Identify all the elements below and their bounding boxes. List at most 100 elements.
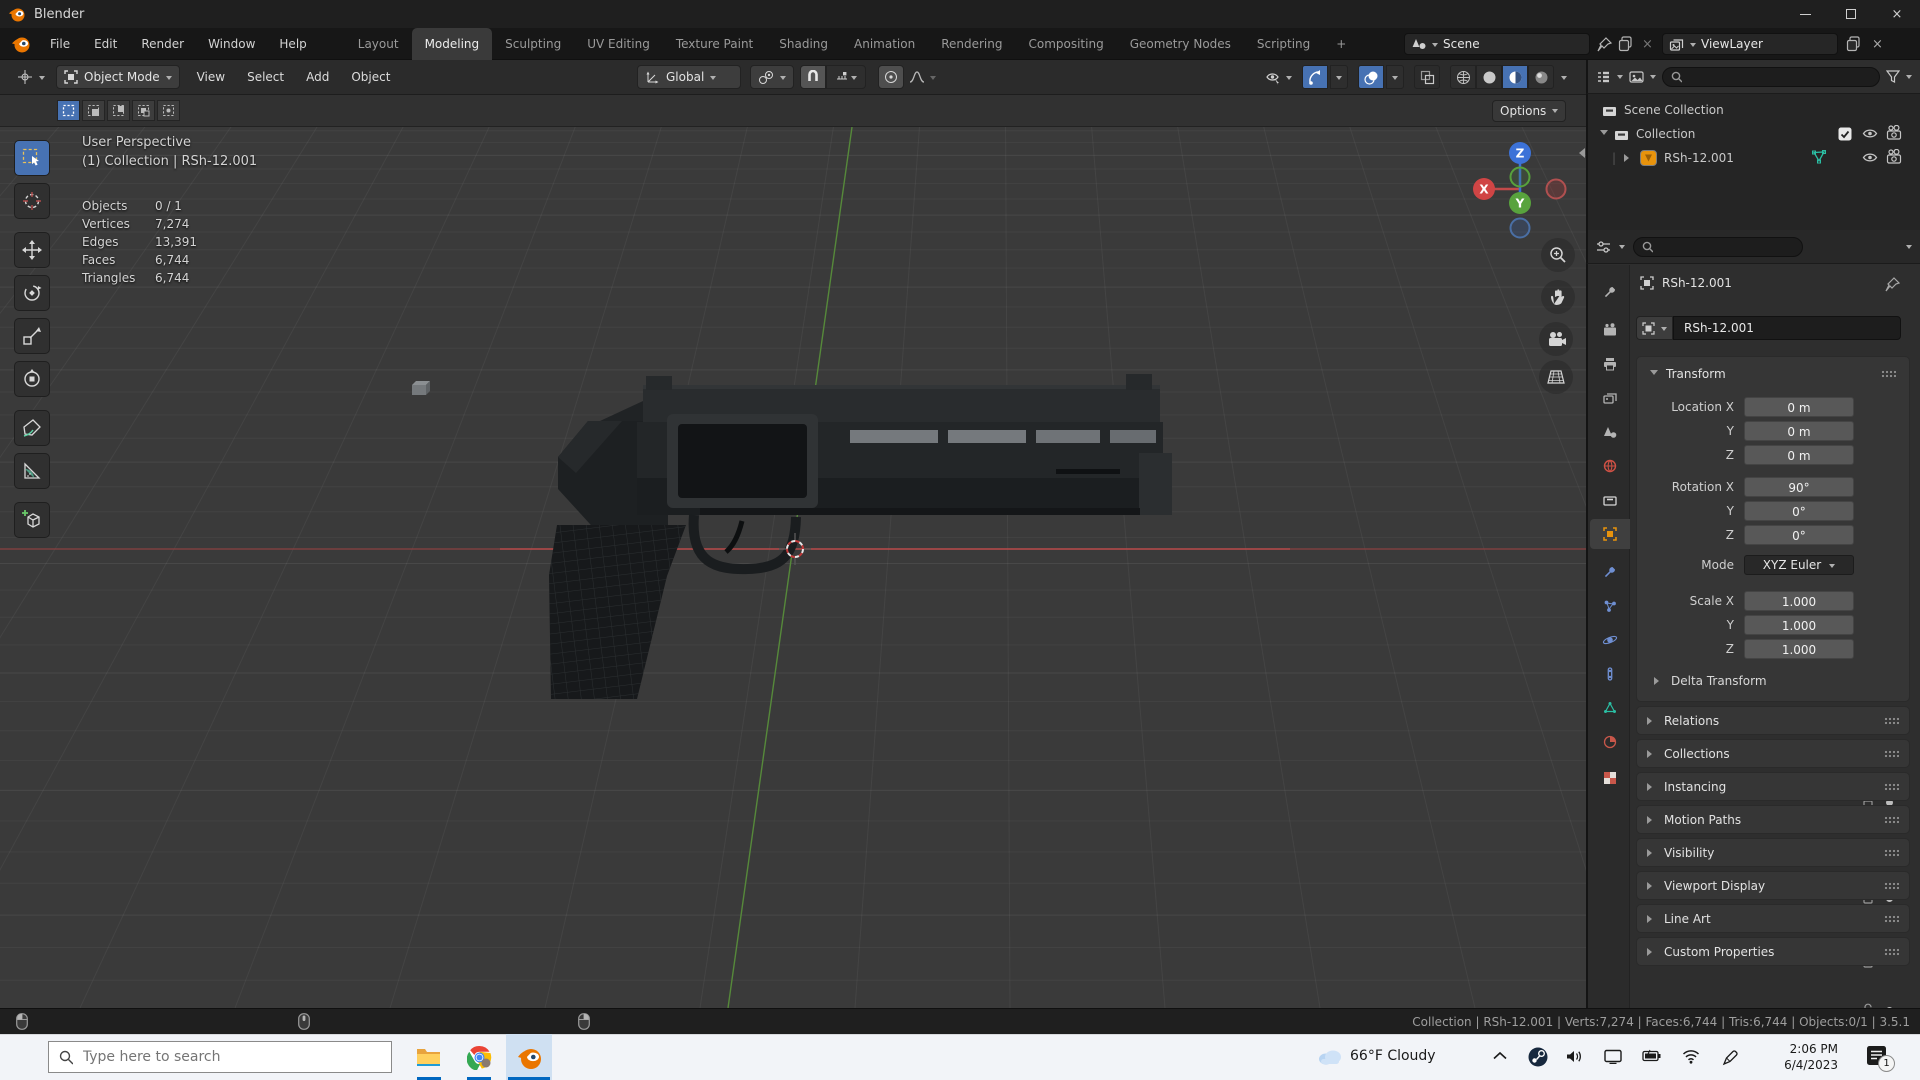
chevron-down-icon[interactable] xyxy=(1619,245,1625,252)
editor-type-button[interactable] xyxy=(10,65,52,89)
mesh-data-icon[interactable] xyxy=(1810,148,1828,166)
tab-particles[interactable] xyxy=(1590,591,1630,621)
weather-text[interactable]: 66°F Cloudy xyxy=(1350,1048,1436,1064)
panel-motion-paths[interactable]: Motion Paths xyxy=(1636,805,1910,834)
copy-scene-icon[interactable] xyxy=(1618,36,1634,52)
xray-toggle[interactable] xyxy=(1414,65,1440,89)
tab-modifiers[interactable] xyxy=(1590,557,1630,587)
weather-cloud-icon[interactable] xyxy=(1316,1046,1344,1066)
scale-x-input[interactable]: 1.000 xyxy=(1744,591,1854,611)
tab-object-data[interactable] xyxy=(1590,693,1630,723)
tool-cursor[interactable] xyxy=(14,183,50,219)
gizmos-dropdown[interactable] xyxy=(1330,65,1348,89)
menu-file[interactable]: File xyxy=(38,28,82,60)
outliner-search-input[interactable] xyxy=(1687,70,1871,83)
filter-funnel-icon[interactable] xyxy=(1886,70,1900,83)
rotation-mode-dropdown[interactable]: XYZ Euler xyxy=(1744,555,1854,575)
taskbar-file-explorer[interactable] xyxy=(406,1034,452,1080)
shading-solid-button[interactable] xyxy=(1476,65,1502,89)
chevron-down-icon[interactable] xyxy=(1650,75,1656,82)
scale-y-input[interactable]: 1.000 xyxy=(1744,615,1854,635)
panel-instancing[interactable]: Instancing xyxy=(1636,772,1910,801)
drag-handle-icon[interactable] xyxy=(1884,750,1899,758)
tab-world[interactable] xyxy=(1590,451,1630,481)
proportional-edit-toggle[interactable] xyxy=(878,65,904,89)
tab-collection[interactable] xyxy=(1590,485,1630,515)
menu-edit[interactable]: Edit xyxy=(82,28,129,60)
select-mode-intersect[interactable] xyxy=(157,100,180,121)
outliner-row-scene-collection[interactable]: Scene Collection xyxy=(1602,98,1902,122)
transform-orientation-dropdown[interactable]: Global xyxy=(637,65,741,89)
breadcrumb-object-name[interactable]: RSh-12.001 xyxy=(1662,276,1732,290)
gizmos-toggle[interactable] xyxy=(1302,65,1328,89)
properties-editor-icon[interactable] xyxy=(1596,240,1611,254)
hide-eye-icon[interactable] xyxy=(1862,151,1878,164)
tab-geometry-nodes[interactable]: Geometry Nodes xyxy=(1117,28,1244,60)
delete-scene-icon[interactable]: × xyxy=(1642,37,1653,52)
properties-search-input[interactable] xyxy=(1657,240,1794,253)
snap-target-dropdown[interactable] xyxy=(826,65,866,89)
mode-dropdown[interactable]: Object Mode xyxy=(56,65,180,89)
panel-line-art[interactable]: Line Art xyxy=(1636,904,1910,933)
outliner-row-object[interactable]: | RSh-12.001 xyxy=(1612,146,1904,170)
tab-shading[interactable]: Shading xyxy=(766,28,841,60)
tab-rendering[interactable]: Rendering xyxy=(928,28,1015,60)
steam-icon[interactable] xyxy=(1528,1047,1548,1067)
tab-render[interactable] xyxy=(1590,315,1630,345)
rotation-x-input[interactable]: 90° xyxy=(1744,477,1854,497)
menu-render[interactable]: Render xyxy=(129,28,196,60)
tab-animation[interactable]: Animation xyxy=(841,28,928,60)
collapse-sidebar-arrow[interactable] xyxy=(1574,148,1585,158)
pin-id-icon[interactable] xyxy=(1884,276,1902,292)
tab-object[interactable] xyxy=(1590,519,1630,549)
panel-custom-properties[interactable]: Custom Properties xyxy=(1636,937,1910,966)
chevron-down-icon[interactable] xyxy=(1906,75,1912,82)
tab-texture[interactable] xyxy=(1590,763,1630,793)
battery-icon[interactable] xyxy=(1642,1049,1661,1063)
location-z-input[interactable]: 0 m xyxy=(1744,445,1854,465)
tool-add-cube[interactable] xyxy=(14,502,50,538)
select-mode-subtract[interactable] xyxy=(107,100,130,121)
location-x-input[interactable]: 0 m xyxy=(1744,397,1854,417)
tool-annotate[interactable] xyxy=(14,410,50,446)
checkbox-icon[interactable] xyxy=(1838,127,1852,141)
scene-selector[interactable]: Scene xyxy=(1404,33,1590,55)
tab-constraints[interactable] xyxy=(1590,659,1630,689)
tab-physics[interactable] xyxy=(1590,625,1630,655)
tab-tool[interactable] xyxy=(1590,277,1630,307)
rotation-y-input[interactable]: 0° xyxy=(1744,501,1854,521)
add-workspace-button[interactable]: + xyxy=(1323,28,1359,60)
taskbar-blender[interactable] xyxy=(506,1034,552,1080)
overlays-dropdown[interactable] xyxy=(1386,65,1404,89)
drag-handle-icon[interactable] xyxy=(1881,370,1896,378)
menu-add[interactable]: Add xyxy=(295,70,340,84)
navigation-gizmo[interactable]: Z X Y xyxy=(1468,139,1572,243)
outliner-search[interactable] xyxy=(1662,66,1880,87)
camera-view-button[interactable] xyxy=(1539,322,1573,356)
wifi-icon[interactable] xyxy=(1682,1049,1700,1064)
stray-cube-object[interactable] xyxy=(412,381,430,395)
show-object-types-button[interactable] xyxy=(1262,65,1284,89)
menu-window[interactable]: Window xyxy=(196,28,267,60)
tab-compositing[interactable]: Compositing xyxy=(1015,28,1116,60)
minimize-button[interactable] xyxy=(1782,0,1828,28)
3d-viewport-canvas[interactable]: User Perspective (1) Collection | RSh-12… xyxy=(0,127,1586,1008)
tool-scale[interactable] xyxy=(14,318,50,354)
tab-material[interactable] xyxy=(1590,727,1630,757)
proportional-falloff-dropdown[interactable] xyxy=(904,65,930,89)
shading-rendered-button[interactable] xyxy=(1528,65,1554,89)
tab-scene[interactable] xyxy=(1590,417,1630,447)
gun-object[interactable] xyxy=(549,374,1172,699)
transform-panel-header[interactable]: Transform xyxy=(1640,360,1906,388)
taskbar-clock[interactable]: 2:06 PM 6/4/2023 xyxy=(1760,1041,1838,1073)
tab-modeling[interactable]: Modeling xyxy=(411,27,493,60)
zoom-view-button[interactable] xyxy=(1541,238,1575,272)
select-mode-set[interactable] xyxy=(57,100,80,121)
rotation-z-input[interactable]: 0° xyxy=(1744,525,1854,545)
viewlayer-selector[interactable]: ViewLayer xyxy=(1662,33,1838,55)
overlays-toggle[interactable] xyxy=(1358,65,1384,89)
blender-menu-logo[interactable] xyxy=(10,33,32,55)
toggle-grid-button[interactable] xyxy=(1539,360,1573,394)
menu-object[interactable]: Object xyxy=(340,70,401,84)
outliner-editor-icon[interactable] xyxy=(1596,70,1611,84)
